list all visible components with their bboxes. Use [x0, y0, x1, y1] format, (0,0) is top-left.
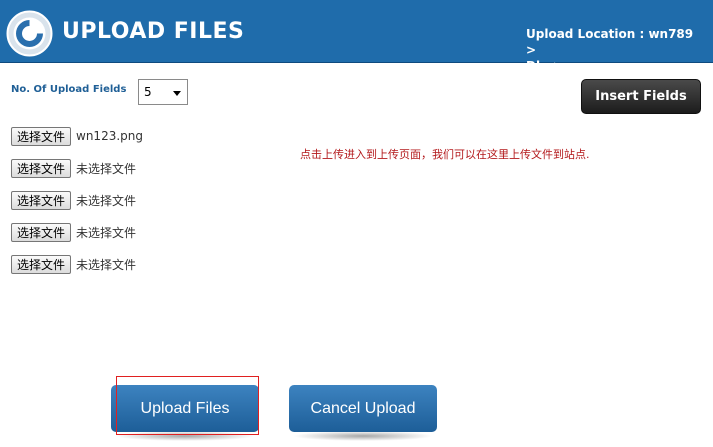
upload-page: UPLOAD FILES Upload Location : wn789 > D…: [0, 0, 713, 447]
file-input-row: 选择文件 未选择文件: [11, 254, 136, 274]
choose-file-button[interactable]: 选择文件: [11, 126, 72, 146]
upload-location: Upload Location : wn789 > Dlq >: [526, 26, 706, 74]
choose-file-button[interactable]: 选择文件: [11, 254, 72, 274]
upload-location-line1: Upload Location : wn789 >: [526, 27, 694, 57]
cancel-upload-button[interactable]: Cancel Upload: [289, 385, 437, 432]
file-input-row: 选择文件 未选择文件: [11, 190, 136, 210]
file-input-row: 选择文件 未选择文件: [11, 222, 136, 242]
insert-fields-button[interactable]: Insert Fields: [581, 79, 701, 114]
choose-file-button[interactable]: 选择文件: [11, 158, 72, 178]
app-logo-icon: [6, 10, 53, 57]
file-status: 未选择文件: [76, 161, 137, 176]
file-status: 未选择文件: [76, 257, 137, 272]
choose-file-button[interactable]: 选择文件: [11, 222, 72, 242]
upload-button-shadow: [115, 431, 255, 441]
file-status: 未选择文件: [76, 193, 137, 208]
chevron-down-icon: [173, 91, 181, 96]
choose-file-button[interactable]: 选择文件: [11, 190, 72, 210]
upload-fields-select[interactable]: 5: [138, 79, 188, 105]
file-input-row: 选择文件 wn123.png: [11, 126, 143, 146]
upload-fields-label: No. Of Upload Fields: [11, 84, 127, 95]
upload-location-line2: Dlq >: [526, 59, 563, 73]
upload-fields-value: 5: [144, 85, 152, 99]
header-bar: UPLOAD FILES Upload Location : wn789 > D…: [0, 0, 713, 73]
file-input-row: 选择文件 未选择文件: [11, 158, 136, 178]
cancel-button-shadow: [293, 431, 433, 441]
upload-hint-text: 点击上传进入到上传页面，我们可以在这里上传文件到站点.: [300, 148, 590, 161]
page-title: UPLOAD FILES: [62, 19, 245, 44]
file-status: 未选择文件: [76, 225, 137, 240]
upload-files-button[interactable]: Upload Files: [111, 385, 259, 432]
file-status: wn123.png: [76, 129, 143, 143]
